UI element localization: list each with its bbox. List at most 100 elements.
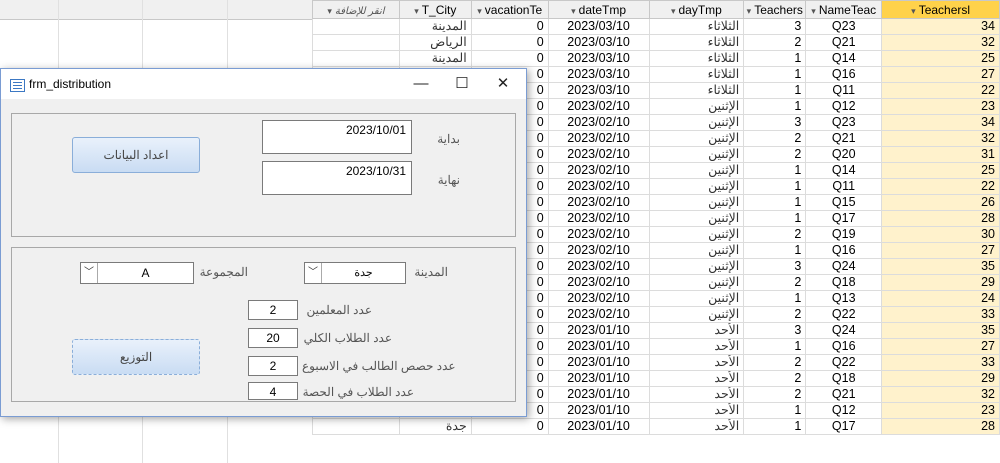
table-cell[interactable]: 2 — [743, 130, 807, 147]
table-cell[interactable]: Q17 — [805, 418, 883, 435]
table-cell[interactable]: 2023/02/10 — [547, 306, 650, 323]
table-cell[interactable]: 0 — [470, 18, 549, 35]
table-cell[interactable]: 1 — [743, 50, 807, 67]
table-cell[interactable]: 1 — [743, 162, 807, 179]
table-cell[interactable]: Q16 — [805, 338, 883, 355]
table-cell[interactable]: 0 — [470, 50, 549, 67]
table-cell[interactable]: Q18 — [805, 274, 883, 291]
sort-dropdown-icon[interactable]: ▾ — [414, 6, 419, 16]
table-cell[interactable]: الأحد — [648, 402, 745, 419]
table-cell[interactable]: الأحد — [648, 338, 745, 355]
table-cell[interactable]: الأحد — [648, 322, 745, 339]
table-cell[interactable]: Q17 — [805, 210, 883, 227]
table-cell[interactable]: 1 — [743, 402, 807, 419]
table-cell[interactable]: 2023/01/10 — [547, 322, 650, 339]
table-cell[interactable]: الإثنين — [648, 258, 745, 275]
table-cell[interactable]: Q11 — [805, 178, 883, 195]
table-cell[interactable]: الإثنين — [648, 306, 745, 323]
table-cell[interactable]: 2023/03/10 — [547, 66, 650, 83]
table-cell[interactable]: 2023/02/10 — [547, 178, 650, 195]
sort-dropdown-icon[interactable]: ▾ — [477, 6, 482, 16]
table-cell[interactable]: Q14 — [805, 162, 883, 179]
table-cell[interactable]: Q16 — [805, 242, 883, 259]
table-cell[interactable]: 2023/02/10 — [547, 194, 650, 211]
table-cell[interactable]: 35 — [881, 258, 1000, 275]
teachers-count-field[interactable]: 2 — [248, 300, 298, 320]
table-cell[interactable]: 1 — [743, 210, 807, 227]
table-cell[interactable]: Q15 — [805, 194, 883, 211]
table-cell[interactable]: 2 — [743, 306, 807, 323]
table-cell[interactable]: Q22 — [805, 306, 883, 323]
table-cell[interactable]: 34 — [881, 18, 1000, 35]
table-cell[interactable]: 2 — [743, 226, 807, 243]
table-cell[interactable]: 1 — [743, 242, 807, 259]
table-cell[interactable]: الإثنين — [648, 194, 745, 211]
table-cell[interactable]: 0 — [470, 418, 549, 435]
table-cell[interactable]: 1 — [743, 98, 807, 115]
sort-dropdown-icon[interactable]: ▾ — [327, 6, 332, 16]
table-cell[interactable]: 0 — [470, 34, 549, 51]
sort-dropdown-icon[interactable]: ▾ — [671, 6, 676, 16]
start-date-field[interactable]: 2023/10/01 — [262, 120, 412, 154]
table-cell[interactable]: 3 — [743, 258, 807, 275]
column-header-add[interactable]: ▾ انقر للإضافة — [312, 0, 400, 19]
table-cell[interactable]: Q21 — [805, 386, 883, 403]
students-per-session-field[interactable]: 4 — [248, 382, 298, 400]
table-cell[interactable]: الثلاثاء — [648, 66, 745, 83]
chevron-down-icon[interactable]: ﹀ — [305, 263, 322, 283]
table-cell[interactable]: الإثنين — [648, 178, 745, 195]
table-cell[interactable]: 2023/02/10 — [547, 210, 650, 227]
table-cell[interactable]: 2023/01/10 — [547, 386, 650, 403]
table-cell[interactable] — [312, 34, 400, 51]
column-header-t-city[interactable]: ▾ T_City — [398, 0, 472, 19]
sort-dropdown-icon[interactable]: ▾ — [571, 6, 576, 16]
table-cell[interactable]: الثلاثاء — [648, 82, 745, 99]
table-cell[interactable]: 2023/02/10 — [547, 114, 650, 131]
end-date-field[interactable]: 2023/10/31 — [262, 161, 412, 195]
close-button[interactable]: ✕ — [483, 71, 523, 97]
column-header-nameteac[interactable]: ▾ NameTeac — [805, 0, 883, 19]
table-cell[interactable]: 1 — [743, 82, 807, 99]
table-cell[interactable]: Q19 — [805, 226, 883, 243]
table-cell[interactable]: Q21 — [805, 34, 883, 51]
table-cell[interactable]: 2023/02/10 — [547, 290, 650, 307]
title-bar[interactable]: frm_distribution — ☐ ✕ — [1, 69, 526, 99]
table-cell[interactable]: 2 — [743, 386, 807, 403]
group-combobox[interactable]: ﹀ A — [80, 262, 194, 284]
table-cell[interactable]: الإثنين — [648, 162, 745, 179]
table-row[interactable]: جدة 0 2023/01/10 الأحد 1 Q17 28 — [312, 418, 1000, 435]
table-cell[interactable]: 27 — [881, 338, 1000, 355]
table-cell[interactable]: 1 — [743, 178, 807, 195]
table-cell[interactable]: 22 — [881, 178, 1000, 195]
total-students-field[interactable]: 20 — [248, 328, 298, 348]
table-cell[interactable]: الثلاثاء — [648, 18, 745, 35]
table-cell[interactable]: 2023/01/10 — [547, 370, 650, 387]
table-cell[interactable]: 2023/02/10 — [547, 162, 650, 179]
column-header-daytmp[interactable]: ▾ dayTmp — [648, 0, 745, 19]
table-cell[interactable]: 3 — [743, 322, 807, 339]
table-cell[interactable]: Q18 — [805, 370, 883, 387]
table-cell[interactable]: الثلاثاء — [648, 34, 745, 51]
table-cell[interactable]: Q12 — [805, 402, 883, 419]
column-header-teachersl[interactable]: ▾ Teachersl — [881, 0, 1000, 19]
table-cell[interactable] — [312, 418, 400, 435]
table-cell[interactable]: 1 — [743, 338, 807, 355]
table-cell[interactable]: 33 — [881, 354, 1000, 371]
table-cell[interactable]: Q21 — [805, 130, 883, 147]
table-cell[interactable]: 1 — [743, 194, 807, 211]
table-cell[interactable]: 2 — [743, 354, 807, 371]
table-cell[interactable]: 1 — [743, 418, 807, 435]
table-cell[interactable]: الأحد — [648, 354, 745, 371]
table-cell[interactable]: 2023/03/10 — [547, 82, 650, 99]
table-cell[interactable]: الرياض — [398, 34, 472, 51]
city-combobox[interactable]: ﹀ جدة — [304, 262, 406, 284]
table-cell[interactable]: الإثنين — [648, 146, 745, 163]
table-cell[interactable]: 2023/02/10 — [547, 226, 650, 243]
table-cell[interactable]: 2023/01/10 — [547, 354, 650, 371]
table-cell[interactable]: المدينة — [398, 50, 472, 67]
table-cell[interactable]: Q14 — [805, 50, 883, 67]
table-cell[interactable]: 2 — [743, 370, 807, 387]
column-header-vacation[interactable]: ▾ vacationTe — [470, 0, 549, 19]
sort-dropdown-icon[interactable]: ▾ — [911, 6, 916, 16]
table-cell[interactable]: 25 — [881, 162, 1000, 179]
